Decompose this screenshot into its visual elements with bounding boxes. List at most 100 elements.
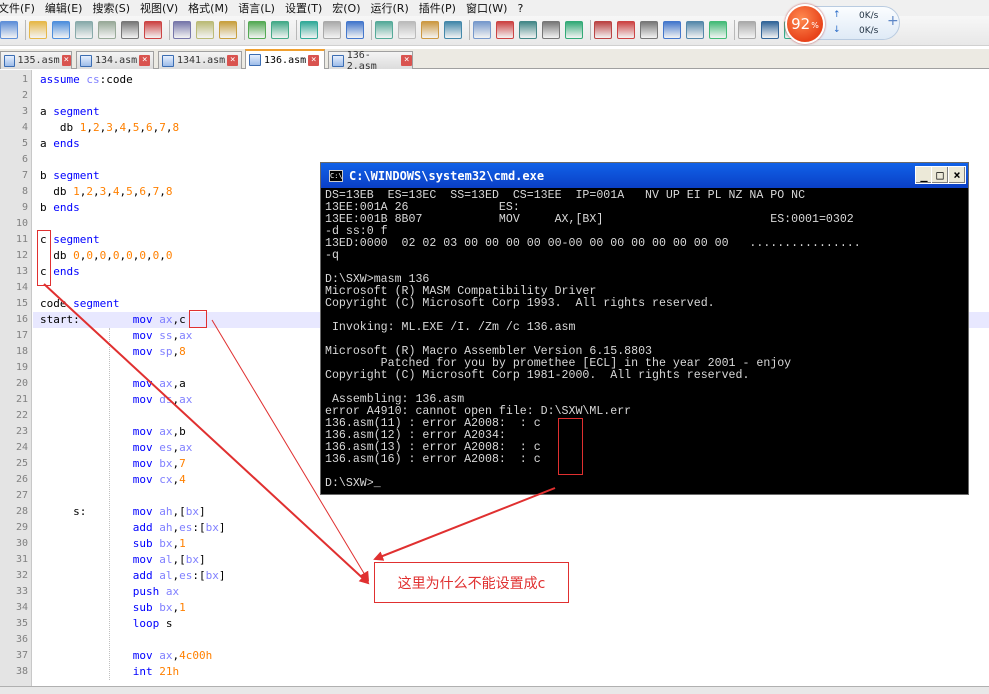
menu-item[interactable]: 视图(V) <box>140 0 182 16</box>
code-line[interactable]: mov es,ax <box>40 440 193 456</box>
menu-item[interactable]: 格式(M) <box>188 0 232 16</box>
doc-map-icon[interactable] <box>519 21 537 39</box>
code-line[interactable]: add ah,es:[bx] <box>40 520 226 536</box>
code-line[interactable]: mov ss,ax <box>40 328 193 344</box>
code-line[interactable]: mov sp,8 <box>40 344 186 360</box>
code-line[interactable]: mov ax,b <box>40 424 186 440</box>
menu-item[interactable]: 文件(F) <box>0 0 39 16</box>
menu-item[interactable]: 窗口(W) <box>466 0 511 16</box>
code-line[interactable]: mov cx,4 <box>40 472 186 488</box>
code-token: bx <box>159 457 173 470</box>
maximize-button[interactable]: □ <box>931 166 949 184</box>
code-line[interactable]: mov bx,7 <box>40 456 186 472</box>
code-token: mov <box>132 649 153 662</box>
code-line[interactable]: db 0,0,0,0,0,0,0,0 <box>40 248 172 264</box>
indent-guide-icon[interactable] <box>473 21 491 39</box>
sync-icon[interactable] <box>398 21 416 39</box>
replace-icon[interactable] <box>323 21 341 39</box>
paste-icon[interactable] <box>219 21 237 39</box>
code-line[interactable]: assume cs:code <box>40 72 133 88</box>
show-all-icon[interactable] <box>444 21 462 39</box>
run-icon[interactable] <box>709 21 727 39</box>
code-line[interactable]: a ends <box>40 136 80 152</box>
code-line[interactable]: int 21h <box>40 664 179 680</box>
menu-item[interactable]: 语言(L) <box>238 0 279 16</box>
cmd-window[interactable]: C:\ C:\WINDOWS\system32\cmd.exe _ □ × DS… <box>320 162 969 495</box>
tab-136-2-asm[interactable]: 136-2.asm × <box>328 50 413 72</box>
code-line[interactable]: start: mov ax,c <box>40 312 186 328</box>
code-line[interactable]: sub bx,1 <box>40 536 186 552</box>
code-line[interactable]: mov ax,a <box>40 376 186 392</box>
close-tab-icon[interactable]: × <box>139 55 151 66</box>
save-macro-icon[interactable] <box>686 21 704 39</box>
new-file-icon[interactable] <box>0 21 18 39</box>
close-all-icon[interactable] <box>121 21 139 39</box>
code-line[interactable]: db 1,2,3,4,5,6,7,8 <box>40 120 179 136</box>
code-line[interactable]: b segment <box>40 168 100 184</box>
code-line[interactable]: loop s <box>40 616 173 632</box>
code-token: bx <box>159 601 173 614</box>
play-macro-icon[interactable] <box>640 21 658 39</box>
code-line[interactable]: code segment <box>40 296 119 312</box>
print-icon[interactable] <box>144 21 162 39</box>
menu-item[interactable]: 插件(P) <box>419 0 460 16</box>
plus-icon[interactable]: + <box>887 13 899 29</box>
close-tab-icon[interactable]: × <box>308 54 320 66</box>
code-token: ax <box>159 313 173 326</box>
code-line[interactable]: b ends <box>40 200 80 216</box>
function-list-icon[interactable] <box>542 21 560 39</box>
stop-record-icon[interactable] <box>617 21 635 39</box>
menu-item[interactable]: 设置(T) <box>285 0 326 16</box>
menu-item[interactable]: 编辑(E) <box>45 0 87 16</box>
save-icon[interactable] <box>52 21 70 39</box>
status-bar <box>0 686 989 694</box>
tab-135-asm[interactable]: 135.asm × <box>0 51 72 69</box>
up-icon[interactable] <box>761 21 779 39</box>
toolbar-separator <box>469 20 470 40</box>
close-tab-icon[interactable]: × <box>401 55 412 66</box>
line-number: 32 <box>15 570 28 581</box>
monitor-icon[interactable] <box>565 21 583 39</box>
lang-icon[interactable] <box>496 21 514 39</box>
console-output[interactable]: DS=13EB ES=13EC SS=13ED CS=13EE IP=001A … <box>324 190 963 492</box>
undo-icon[interactable] <box>248 21 266 39</box>
code-token: ends <box>53 265 80 278</box>
tab-1341-asm[interactable]: 1341.asm × <box>158 51 242 69</box>
save-all-icon[interactable] <box>75 21 93 39</box>
run-macro-icon[interactable] <box>663 21 681 39</box>
zoom-in-icon[interactable] <box>346 21 364 39</box>
cmd-title-bar[interactable]: C:\ C:\WINDOWS\system32\cmd.exe _ □ × <box>321 163 968 188</box>
find-icon[interactable] <box>300 21 318 39</box>
close-tab-icon[interactable]: × <box>61 55 71 66</box>
menu-item[interactable]: 搜索(S) <box>92 0 134 16</box>
memory-usage-ball[interactable]: 92% <box>785 4 825 44</box>
redo-icon[interactable] <box>271 21 289 39</box>
tab-134-asm[interactable]: 134.asm × <box>76 51 154 69</box>
open-folder-icon[interactable] <box>29 21 47 39</box>
menu-item[interactable]: ? <box>517 2 527 15</box>
record-macro-icon[interactable] <box>594 21 612 39</box>
close-tab-icon[interactable]: × <box>227 55 239 66</box>
close-button[interactable]: × <box>948 166 966 184</box>
code-line[interactable]: mov ax,4c00h <box>40 648 213 664</box>
code-line[interactable]: mov ds,ax <box>40 392 193 408</box>
zoom-out-icon[interactable] <box>375 21 393 39</box>
code-line[interactable]: a segment <box>40 104 100 120</box>
code-line[interactable]: push ax <box>40 584 179 600</box>
menu-item[interactable]: 运行(R) <box>371 0 413 16</box>
copy-icon[interactable] <box>196 21 214 39</box>
code-line[interactable]: s: mov ah,[bx] <box>40 504 205 520</box>
wrap-icon[interactable] <box>421 21 439 39</box>
code-token: bx <box>205 521 219 534</box>
code-line[interactable]: add al,es:[bx] <box>40 568 226 584</box>
tab-136-asm[interactable]: 136.asm × <box>245 49 325 69</box>
code-line[interactable]: mov al,[bx] <box>40 552 206 568</box>
close-icon[interactable] <box>98 21 116 39</box>
menu-item[interactable]: 宏(O) <box>332 0 364 16</box>
line-number: 3 <box>21 106 28 117</box>
compare-icon[interactable] <box>738 21 756 39</box>
code-line[interactable]: db 1,2,3,4,5,6,7,8 <box>40 184 172 200</box>
code-line[interactable]: sub bx,1 <box>40 600 186 616</box>
line-number: 2 <box>21 90 28 101</box>
cut-icon[interactable] <box>173 21 191 39</box>
